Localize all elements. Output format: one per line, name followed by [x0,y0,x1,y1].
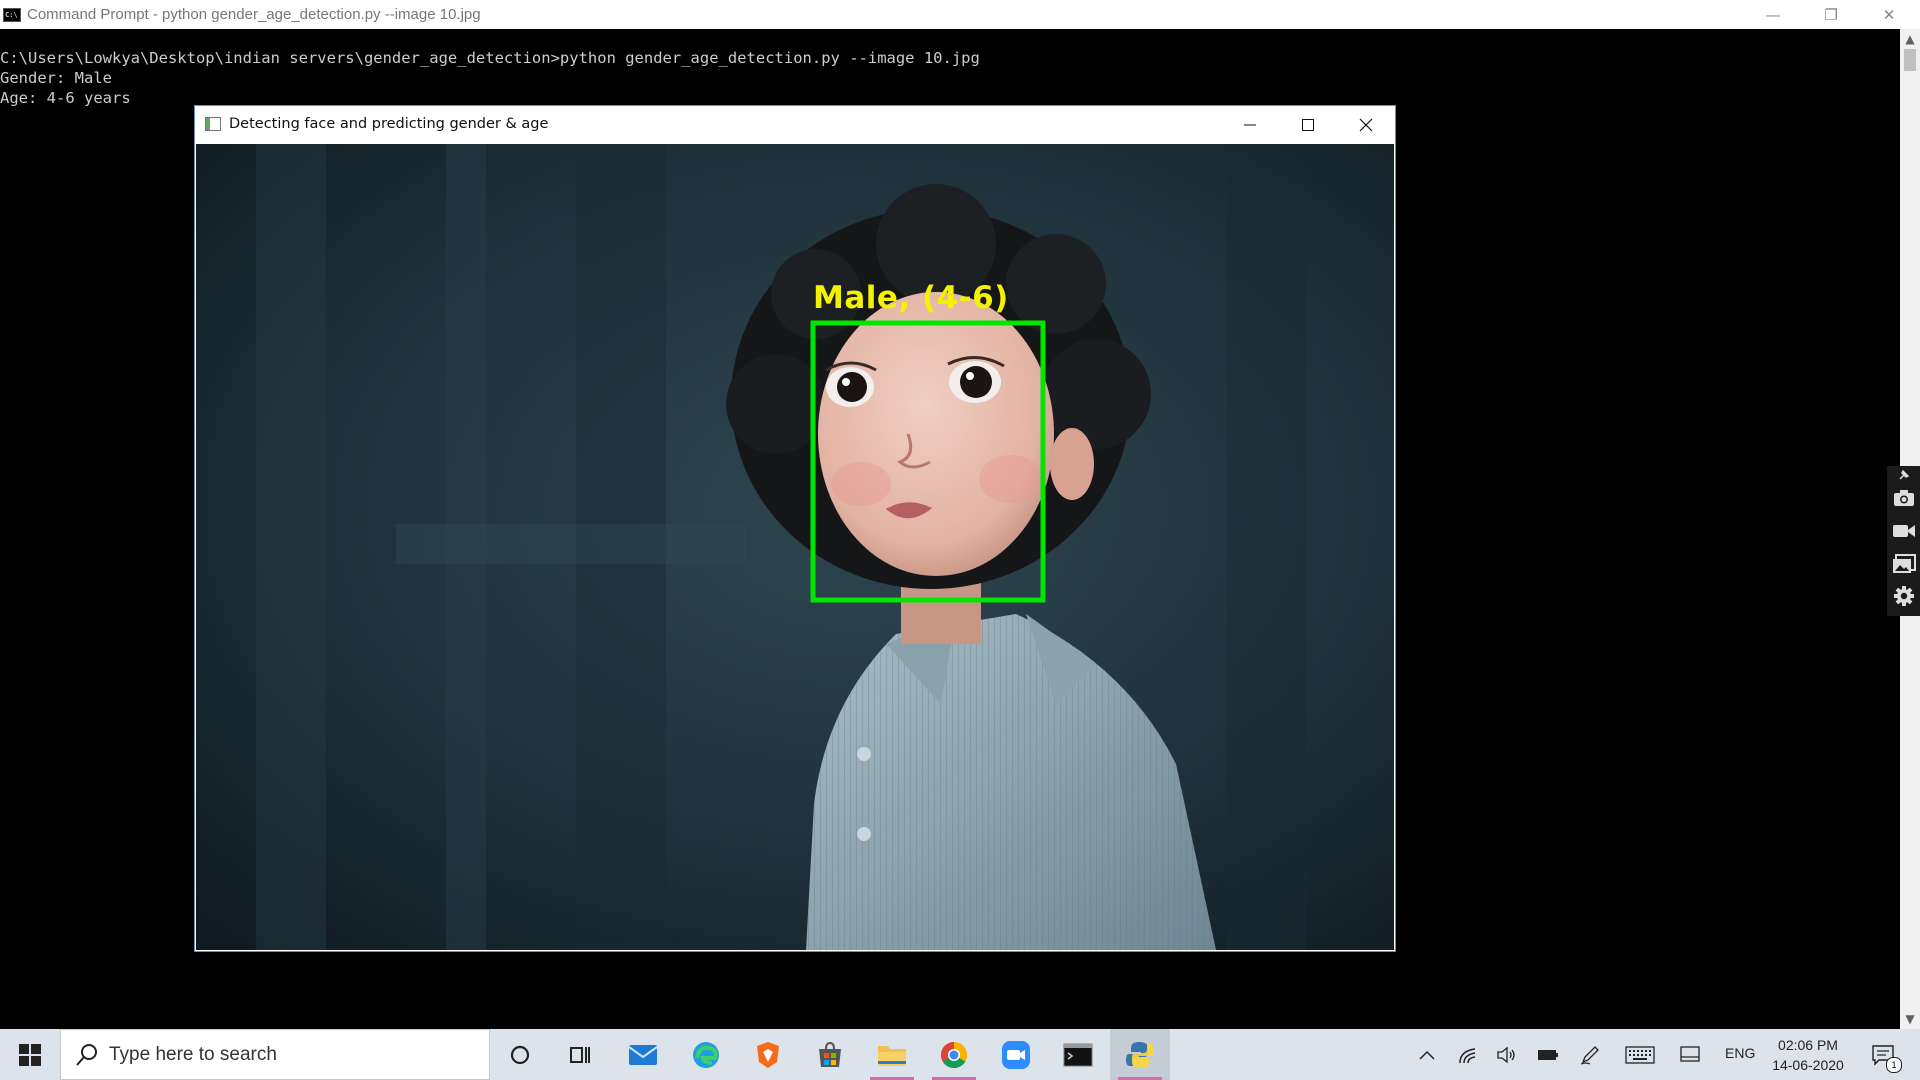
image-close-button[interactable] [1337,106,1395,144]
cortana-icon[interactable] [492,1029,548,1080]
clock-date: 14-06-2020 [1772,1057,1844,1073]
python-icon[interactable] [1110,1029,1170,1080]
start-button[interactable] [0,1029,60,1080]
scroll-down-arrow-icon[interactable]: ▼ [1900,1009,1920,1029]
opencv-window-icon [205,117,221,131]
gallery-icon[interactable] [1892,552,1916,576]
display-icon[interactable] [1675,1029,1705,1080]
show-hidden-icons-chevron-icon[interactable] [1412,1029,1442,1080]
taskbar-search-box[interactable]: Type here to search [60,1029,490,1080]
image-window-titlebar[interactable]: Detecting face and predicting gender & a… [195,106,1395,144]
notification-count-badge: 1 [1886,1057,1902,1073]
battery-icon[interactable] [1533,1029,1563,1080]
input-language-indicator[interactable]: ENG [1725,1045,1755,1061]
image-maximize-button[interactable] [1279,106,1337,144]
touch-keyboard-icon[interactable] [1620,1029,1660,1080]
capture-toolbar [1887,466,1920,616]
taskbar: Type here to search ENG 02:06 PM 14-06-2… [0,1029,1920,1080]
zoom-icon[interactable] [988,1029,1044,1080]
action-center-button[interactable]: 1 [1862,1029,1904,1080]
mail-icon[interactable] [615,1029,671,1080]
image-minimize-button[interactable] [1221,106,1279,144]
cmd-app-icon: C:\ [3,8,21,22]
clock-time: 02:06 PM [1778,1037,1838,1053]
camera-icon[interactable] [1892,486,1916,510]
file-explorer-icon[interactable] [864,1029,920,1080]
wifi-icon[interactable] [1453,1029,1483,1080]
system-clock[interactable]: 02:06 PM 14-06-2020 [1768,1035,1848,1075]
cmd-restore-button[interactable]: ❐ [1802,0,1860,29]
terminal-icon[interactable] [1050,1029,1106,1080]
cmd-window-title: Command Prompt - python gender_age_detec… [27,6,481,23]
store-icon[interactable] [802,1029,858,1080]
scrollbar-thumb[interactable] [1904,49,1916,71]
console-line: C:\Users\Lowkya\Desktop\indian servers\g… [0,49,980,67]
task-view-icon[interactable] [552,1029,608,1080]
image-window-title: Detecting face and predicting gender & a… [229,116,549,132]
cmd-titlebar[interactable]: C:\ Command Prompt - python gender_age_d… [0,0,1920,30]
settings-icon[interactable] [1892,584,1916,608]
pin-icon[interactable] [1892,468,1916,482]
volume-icon[interactable] [1492,1029,1522,1080]
console-line: Gender: Male [0,69,112,87]
pen-workspace-icon[interactable] [1575,1029,1605,1080]
edge-icon[interactable] [678,1029,734,1080]
video-icon[interactable] [1892,519,1916,543]
image-window[interactable]: Detecting face and predicting gender & a… [194,105,1396,952]
console-line: Age: 4-6 years [0,89,131,107]
cmd-close-button[interactable]: ✕ [1860,0,1918,29]
chrome-icon[interactable] [926,1029,982,1080]
detection-photo: Male, (4-6) [196,144,1394,950]
windows-logo-icon [19,1043,41,1066]
brave-icon[interactable] [740,1029,796,1080]
child-portrait-image [196,144,1394,950]
search-placeholder: Type here to search [109,1044,277,1065]
scroll-up-arrow-icon[interactable]: ▲ [1900,29,1920,49]
face-prediction-label: Male, (4-6) [813,280,1009,316]
search-icon [76,1044,97,1066]
cmd-minimize-button[interactable]: — [1744,0,1802,29]
